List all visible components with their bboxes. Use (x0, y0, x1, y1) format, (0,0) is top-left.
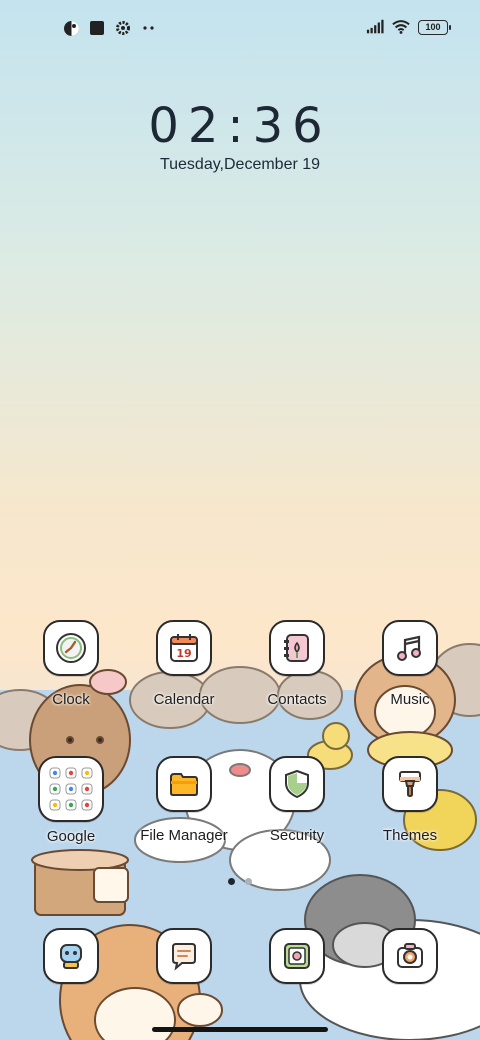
clock-icon[interactable] (43, 620, 99, 676)
app-label: Security (269, 827, 325, 844)
app-label: Contacts (267, 691, 327, 708)
dock-app-3[interactable] (237, 928, 357, 1038)
square-icon (88, 19, 106, 37)
app-file-manager[interactable]: File Manager (124, 756, 244, 866)
app-themes[interactable]: Themes (350, 756, 470, 866)
gesture-nav-bar[interactable] (152, 1027, 328, 1032)
gallery-icon[interactable] (269, 928, 325, 984)
music-icon[interactable] (382, 620, 438, 676)
contacts-icon[interactable] (269, 620, 325, 676)
wifi-icon (392, 18, 410, 36)
chat-assistant-icon[interactable] (43, 928, 99, 984)
app-calendar[interactable]: 19 Calendar (124, 620, 244, 730)
app-label: Google (46, 828, 96, 845)
shield-icon[interactable] (269, 756, 325, 812)
dock-app-1[interactable] (11, 928, 131, 1038)
theme-icon (62, 19, 80, 37)
app-security[interactable]: Security (237, 756, 357, 866)
signal-icon (366, 18, 384, 36)
paintbrush-icon[interactable] (382, 756, 438, 812)
dock-app-2[interactable] (124, 928, 244, 1038)
calendar-icon[interactable]: 19 (156, 620, 212, 676)
app-music[interactable]: Music (350, 620, 470, 730)
clock-date[interactable]: Tuesday,December 19 (0, 156, 480, 174)
app-label: Clock (52, 691, 90, 708)
app-label: Calendar (153, 691, 215, 708)
app-label: Themes (382, 827, 438, 844)
page-dot-2[interactable] (245, 878, 252, 885)
google-folder-icon[interactable] (38, 756, 104, 822)
app-google[interactable]: Google (11, 756, 131, 866)
clock-time[interactable]: 02:36 (0, 98, 480, 154)
page-dot-1[interactable] (228, 878, 235, 885)
more-dots-icon (140, 19, 158, 37)
status-bar: 100 (0, 0, 480, 56)
app-label: File Manager (140, 827, 228, 844)
app-label: Music (390, 691, 430, 708)
battery-icon: 100 (418, 19, 451, 35)
app-contacts[interactable]: Contacts (237, 620, 357, 730)
app-clock[interactable]: Clock (11, 620, 131, 730)
camera-icon[interactable] (382, 928, 438, 984)
dock-app-4[interactable] (350, 928, 470, 1038)
page-indicator[interactable] (0, 878, 480, 885)
folder-icon[interactable] (156, 756, 212, 812)
calendar-date-number: 19 (176, 647, 191, 660)
messages-icon[interactable] (156, 928, 212, 984)
settings-icon (114, 19, 132, 37)
